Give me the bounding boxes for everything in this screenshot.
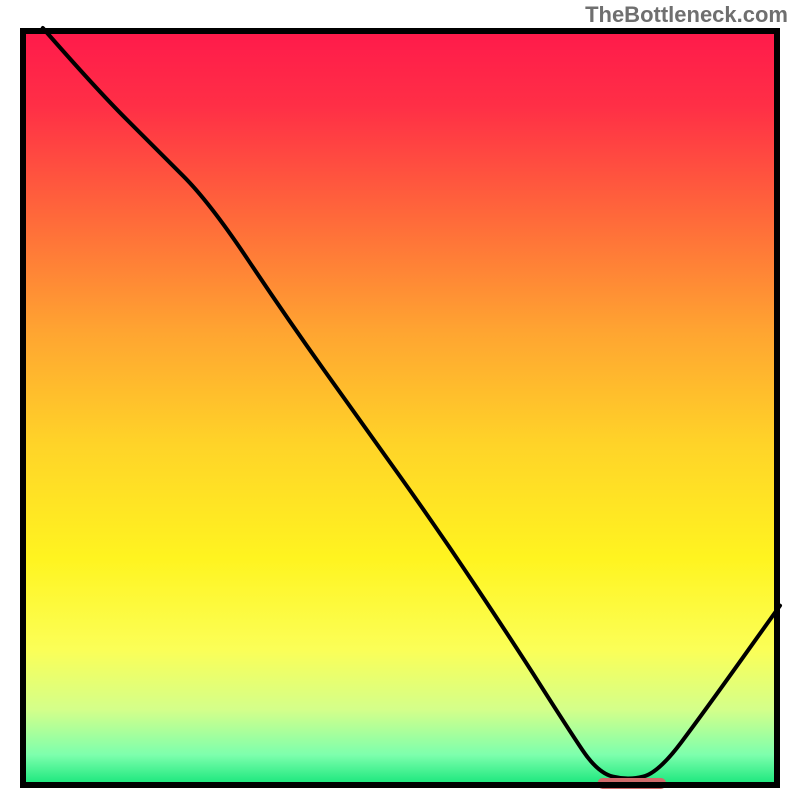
- gradient-background: [23, 31, 777, 785]
- chart-svg: [0, 0, 800, 800]
- chart-container: TheBottleneck.com: [0, 0, 800, 800]
- watermark-text: TheBottleneck.com: [585, 2, 788, 28]
- plot-area: [23, 28, 780, 789]
